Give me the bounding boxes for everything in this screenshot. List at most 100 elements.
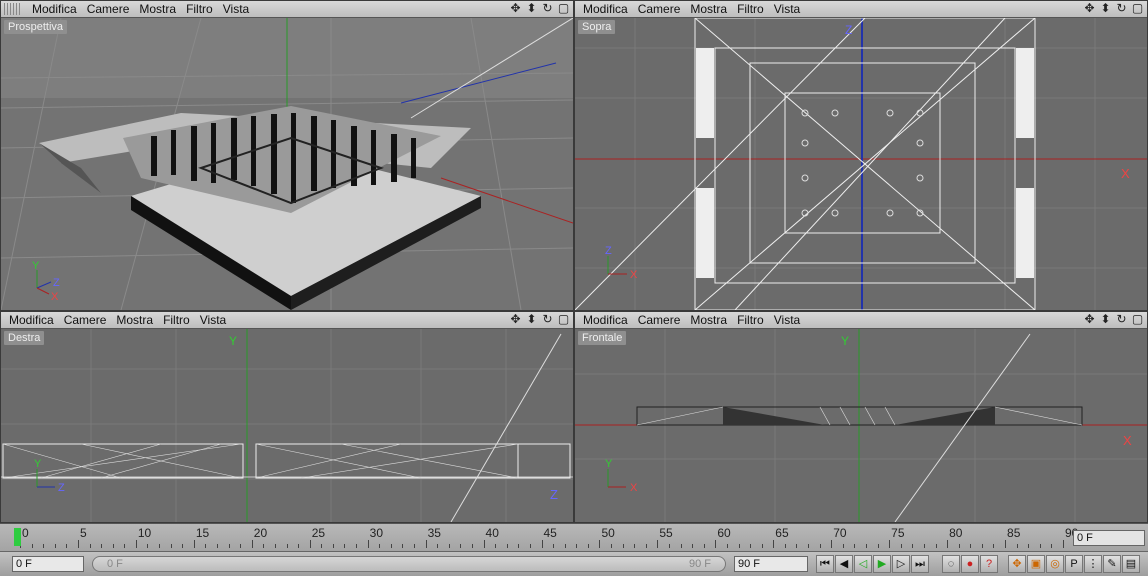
scale-icon[interactable]: ⬍ [1099, 313, 1112, 326]
axis-y-label: Y [605, 458, 613, 470]
current-frame-field[interactable]: 0 F [1073, 530, 1145, 546]
auto-key-icon[interactable]: ? [980, 555, 998, 573]
timeline-tick-label: 60 [717, 526, 731, 540]
maximize-icon[interactable]: ▢ [557, 313, 570, 326]
move-icon[interactable]: ✥ [509, 313, 522, 326]
rotate-icon[interactable]: ↻ [541, 2, 554, 15]
scale-icon[interactable]: ⬍ [1099, 2, 1112, 15]
timeline-tick [831, 540, 833, 548]
viewport-front[interactable]: Modifica Camere Mostra Filtro Vista ✥ ⬍ … [574, 311, 1148, 523]
move-icon[interactable]: ✥ [1083, 313, 1096, 326]
end-frame-field[interactable]: 90 F [734, 556, 808, 572]
menu-mostra[interactable]: Mostra [690, 2, 727, 16]
maximize-icon[interactable]: ▢ [1131, 313, 1144, 326]
menu-vista[interactable]: Vista [223, 2, 249, 16]
menu-modifica[interactable]: Modifica [583, 313, 628, 327]
menu-filtro[interactable]: Filtro [163, 313, 190, 327]
menu-filtro[interactable]: Filtro [186, 2, 213, 16]
viewport-canvas[interactable]: Y Z X Prospettiva [1, 18, 573, 310]
menu-camere[interactable]: Camere [638, 313, 681, 327]
menu-modifica[interactable]: Modifica [583, 2, 628, 16]
key-param-icon[interactable]: P [1065, 555, 1083, 573]
timeline-tick [205, 544, 207, 548]
viewport-top[interactable]: Modifica Camere Mostra Filtro Vista ✥ ⬍ … [574, 0, 1148, 311]
timeline-tick [274, 544, 276, 548]
timeline-tick [854, 544, 856, 548]
key-grid-icon[interactable]: ⋮ [1084, 555, 1102, 573]
viewport-canvas[interactable]: Y X X Y Frontale [575, 329, 1147, 522]
viewport-canvas[interactable]: Z X X Z Sopra [575, 18, 1147, 310]
timeline-tick [900, 544, 902, 548]
key-rotation-icon[interactable]: ◎ [1046, 555, 1064, 573]
timeline-tick [89, 544, 91, 548]
timeline-tick [170, 544, 172, 548]
menu-mostra[interactable]: Mostra [116, 313, 153, 327]
grip-icon[interactable] [4, 3, 22, 15]
viewport-right[interactable]: Modifica Camere Mostra Filtro Vista ✥ ⬍ … [0, 311, 574, 523]
nav-icons: ✥ ⬍ ↻ ▢ [509, 2, 570, 15]
menu-filtro[interactable]: Filtro [737, 2, 764, 16]
timeline-tick [321, 544, 323, 548]
key-position-icon[interactable]: ✥ [1008, 555, 1026, 573]
menu-mostra[interactable]: Mostra [690, 313, 727, 327]
menu-modifica[interactable]: Modifica [32, 2, 77, 16]
maximize-icon[interactable]: ▢ [1131, 2, 1144, 15]
record-disabled-icon[interactable]: ◌ [942, 555, 960, 573]
timeline-tick [935, 544, 937, 548]
viewport-perspective[interactable]: Modifica Camere Mostra Filtro Vista ✥ ⬍ … [0, 0, 574, 311]
timeline-tick [518, 544, 520, 548]
timeline-tick [947, 540, 949, 548]
menu-filtro[interactable]: Filtro [737, 313, 764, 327]
range-slider[interactable]: 0 F 90 F [92, 556, 726, 572]
menu-camere[interactable]: Camere [64, 313, 107, 327]
scale-icon[interactable]: ⬍ [525, 313, 538, 326]
timeline-tick [668, 544, 670, 548]
playhead-marker[interactable] [14, 528, 21, 546]
menu-camere[interactable]: Camere [638, 2, 681, 16]
timeline-tick [587, 544, 589, 548]
rotate-icon[interactable]: ↻ [1115, 313, 1128, 326]
menu-vista[interactable]: Vista [774, 313, 800, 327]
timeline-tick-label: 70 [833, 526, 847, 540]
timeline-tick [159, 544, 161, 548]
prev-key-icon[interactable]: ◀ [835, 555, 853, 573]
menu-camere[interactable]: Camere [87, 2, 130, 16]
play-forward-icon[interactable]: ▶ [873, 555, 891, 573]
menu-mostra[interactable]: Mostra [139, 2, 176, 16]
timeline-tick [66, 544, 68, 548]
timeline-tick [1028, 544, 1030, 548]
timeline-tick [796, 544, 798, 548]
move-icon[interactable]: ✥ [509, 2, 522, 15]
record-icon[interactable]: ● [961, 555, 979, 573]
maximize-icon[interactable]: ▢ [557, 2, 570, 15]
timeline-tick [877, 544, 879, 548]
rotate-icon[interactable]: ↻ [541, 313, 554, 326]
menu-vista[interactable]: Vista [774, 2, 800, 16]
axis-x-label: X [630, 482, 638, 494]
move-icon[interactable]: ✥ [1083, 2, 1096, 15]
axis-z-label: Z [550, 487, 558, 502]
menu-vista[interactable]: Vista [200, 313, 226, 327]
timeline-tick [471, 544, 473, 548]
timeline-tick [1051, 544, 1053, 548]
timeline-tick [286, 544, 288, 548]
viewport-menubar: Modifica Camere Mostra Filtro Vista ✥ ⬍ … [575, 1, 1147, 18]
menu-modifica[interactable]: Modifica [9, 313, 54, 327]
start-frame-field[interactable]: 0 F [12, 556, 84, 572]
timeline[interactable]: 0 5 10 15 20 25 30 35 40 45 50 55 60 65 70 75 80 85 90 0 F [0, 523, 1148, 552]
key-pla-icon[interactable]: ✎ [1103, 555, 1121, 573]
viewport-canvas[interactable]: Y Z Z Y Destra [1, 329, 573, 522]
go-to-end-icon[interactable]: ⏭ [911, 555, 929, 573]
go-to-start-icon[interactable]: ⏮ [816, 555, 834, 573]
timeline-ruler[interactable]: 0 5 10 15 20 25 30 35 40 45 50 55 60 65 70 75 80 85 90 [14, 526, 1078, 550]
scale-icon[interactable]: ⬍ [525, 2, 538, 15]
next-key-icon[interactable]: ▷ [892, 555, 910, 573]
rotate-icon[interactable]: ↻ [1115, 2, 1128, 15]
timeline-tick [356, 544, 358, 548]
timeline-tick [1039, 544, 1041, 548]
scheme-icon[interactable]: ▤ [1122, 555, 1140, 573]
play-backward-icon[interactable]: ◁ [854, 555, 872, 573]
key-scale-icon[interactable]: ▣ [1027, 555, 1045, 573]
viewport-label: Prospettiva [4, 20, 68, 34]
timeline-tick-label: 85 [1007, 526, 1021, 540]
